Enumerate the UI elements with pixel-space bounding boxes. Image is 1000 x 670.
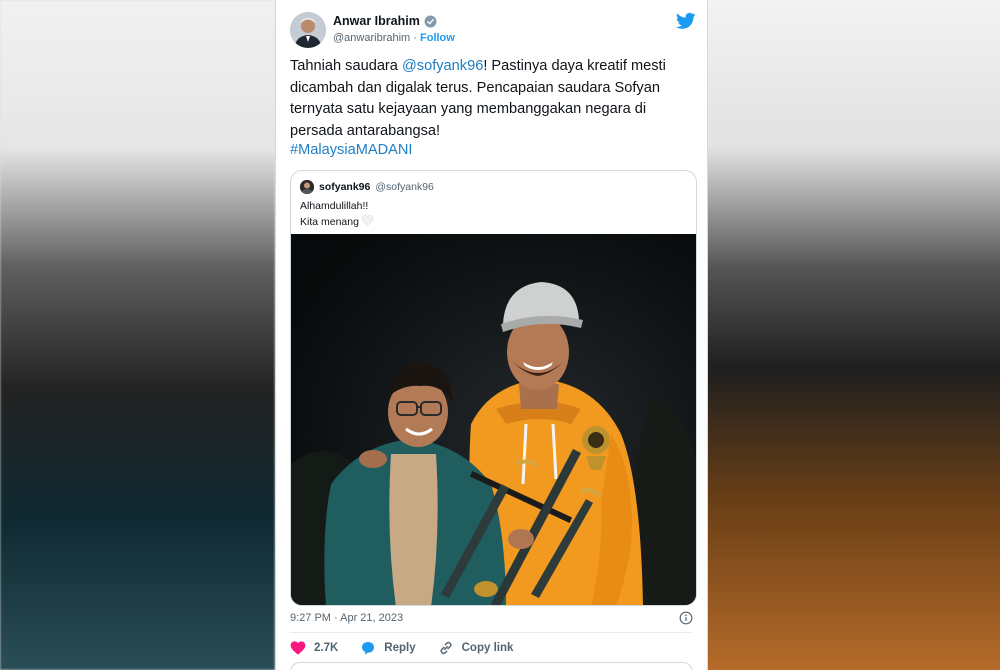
tweet-header: Anwar Ibrahim @anwaribrahim · Follow — [290, 12, 696, 52]
quoted-text-line-2-wrap: Kita menang — [300, 214, 374, 230]
action-divider — [290, 632, 693, 633]
author-handle[interactable]: @anwaribrahim — [333, 32, 410, 44]
background-blur-left — [0, 0, 275, 670]
hashtag-link[interactable]: #MalaysiaMADANI — [290, 142, 412, 158]
tweet-timestamp[interactable]: 9:27 PM · Apr 21, 2023 — [290, 612, 403, 624]
tweet-mention-link[interactable]: @sofyank96 — [402, 58, 483, 74]
quoted-tweet-text: Alhamdulillah!! Kita menang — [300, 198, 374, 230]
background-blur-right — [708, 0, 1000, 670]
quoted-tweet[interactable]: sofyank96 @sofyank96 Alhamdulillah!! Kit… — [290, 170, 697, 606]
quoted-author-handle[interactable]: @sofyank96 — [375, 181, 434, 193]
link-icon — [440, 641, 452, 655]
handle-separator: · — [413, 32, 417, 44]
reply-label: Reply — [384, 642, 416, 654]
twitter-bird-icon[interactable] — [676, 12, 696, 30]
read-replies-button[interactable] — [290, 662, 693, 670]
tweet-body: Tahniah saudara @sofyank96! Pastinya day… — [290, 56, 698, 142]
quoted-tweet-photo[interactable] — [291, 234, 696, 605]
like-count: 2.7K — [314, 642, 339, 654]
info-icon[interactable] — [679, 611, 693, 625]
author-handle-row: @anwaribrahim · Follow — [333, 32, 455, 44]
author-name-row: Anwar Ibrahim — [333, 14, 437, 28]
quoted-text-line-1: Alhamdulillah!! — [300, 200, 369, 212]
author-display-name[interactable]: Anwar Ibrahim — [333, 14, 420, 28]
reply-icon — [362, 642, 375, 655]
tweet-actions: 2.7K Reply Copy link — [290, 640, 535, 656]
quoted-tweet-header: sofyank96 @sofyank96 — [300, 180, 434, 194]
tweet-card: Anwar Ibrahim @anwaribrahim · Follow Tah… — [275, 0, 708, 670]
verified-badge-icon — [424, 15, 437, 27]
copy-link-label: Copy link — [461, 642, 514, 654]
reply-button[interactable]: Reply — [360, 640, 416, 656]
quoted-text-line-2: Kita menang — [300, 216, 359, 228]
tweet-text-start: Tahniah saudara — [290, 58, 402, 74]
quoted-author-avatar[interactable] — [300, 180, 314, 194]
like-button[interactable]: 2.7K — [290, 640, 338, 656]
author-avatar[interactable] — [290, 12, 326, 48]
follow-button[interactable]: Follow — [420, 32, 455, 44]
copy-link-button[interactable]: Copy link — [438, 640, 514, 656]
hashtag-line: #MalaysiaMADANI — [290, 142, 412, 158]
white-heart-emoji-icon — [361, 215, 374, 226]
quoted-author-name[interactable]: sofyank96 — [319, 181, 370, 193]
heart-icon — [290, 641, 306, 655]
